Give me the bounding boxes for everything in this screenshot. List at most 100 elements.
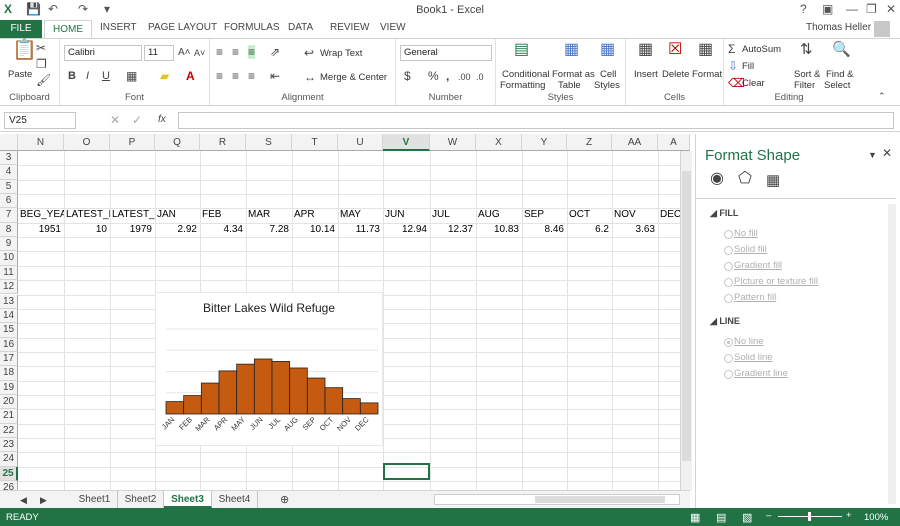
- pane-options-icon[interactable]: ▼: [868, 148, 877, 162]
- sort-filter-button[interactable]: Sort &: [794, 69, 820, 80]
- zoom-level[interactable]: 100%: [864, 512, 888, 523]
- cell-styles-button[interactable]: Cell: [600, 69, 616, 80]
- row-header-18[interactable]: 18: [0, 366, 18, 381]
- align-bottom-icon[interactable]: ≡: [248, 45, 256, 59]
- grow-font-icon[interactable]: A˄: [178, 46, 191, 60]
- cell-value[interactable]: 10.83: [476, 224, 519, 235]
- row-header-24[interactable]: 24: [0, 452, 18, 467]
- row-header-16[interactable]: 16: [0, 337, 18, 352]
- column-header-q[interactable]: Q: [155, 134, 200, 151]
- vertical-scroll-thumb[interactable]: [682, 171, 691, 461]
- font-color-icon[interactable]: A: [186, 69, 195, 83]
- fill-section-header[interactable]: ◢ FILL: [710, 208, 738, 219]
- row-header-6[interactable]: 6: [0, 194, 18, 209]
- cell-header-feb[interactable]: FEB: [202, 209, 246, 220]
- fill-option-radio[interactable]: [724, 262, 733, 271]
- fill-option-4[interactable]: Pattern fill: [734, 292, 776, 303]
- fill-option-radio[interactable]: [724, 246, 733, 255]
- underline-button[interactable]: U: [102, 69, 110, 83]
- row-header-23[interactable]: 23: [0, 438, 18, 453]
- autosum-icon[interactable]: Σ: [728, 42, 735, 56]
- format-as-table-button[interactable]: Format as: [552, 69, 595, 80]
- cell-value[interactable]: 12.37: [430, 224, 473, 235]
- column-header-t[interactable]: T: [292, 134, 338, 151]
- tab-insert[interactable]: INSERT: [100, 22, 137, 33]
- column-header-w[interactable]: W: [430, 134, 476, 151]
- prev-sheet-icon[interactable]: ◀: [20, 493, 27, 507]
- line-option-0[interactable]: No line: [734, 336, 764, 347]
- column-header-s[interactable]: S: [246, 134, 292, 151]
- delete-cells-button[interactable]: Delete: [662, 69, 689, 80]
- number-format-select[interactable]: General: [400, 45, 492, 61]
- wrap-text-icon[interactable]: ↩: [304, 46, 314, 60]
- format-cells-button[interactable]: Format: [692, 69, 722, 80]
- cell-header-apr[interactable]: APR: [294, 209, 338, 220]
- cell-value[interactable]: 12.94: [383, 224, 427, 235]
- cell-value[interactable]: 11.73: [338, 224, 380, 235]
- cell-value[interactable]: 7.28: [246, 224, 289, 235]
- cell-header-jan[interactable]: JAN: [157, 209, 200, 220]
- name-box[interactable]: V25: [4, 112, 76, 129]
- column-header-x[interactable]: X: [476, 134, 522, 151]
- horizontal-scrollbar[interactable]: [434, 494, 680, 505]
- avatar[interactable]: [874, 21, 890, 37]
- next-sheet-icon[interactable]: ▶: [40, 493, 47, 507]
- borders-icon[interactable]: ▦: [126, 69, 137, 83]
- decrease-decimal-icon[interactable]: .0: [476, 70, 484, 84]
- row-header-26[interactable]: 26: [0, 481, 18, 490]
- paste-icon[interactable]: 📋: [12, 40, 37, 60]
- column-header-v[interactable]: V: [383, 134, 430, 151]
- formula-input[interactable]: [178, 112, 894, 129]
- row-header-9[interactable]: 9: [0, 237, 18, 252]
- copy-icon[interactable]: ❐: [36, 57, 47, 71]
- tab-data[interactable]: DATA: [288, 22, 313, 33]
- row-header-21[interactable]: 21: [0, 409, 18, 424]
- sheet-tab-3[interactable]: Sheet3: [164, 491, 212, 508]
- row-header-15[interactable]: 15: [0, 323, 18, 338]
- tab-view[interactable]: VIEW: [380, 22, 406, 33]
- fill-option-2[interactable]: Gradient fill: [734, 260, 782, 271]
- align-middle-icon[interactable]: ≡: [232, 45, 239, 59]
- zoom-out-icon[interactable]: –: [766, 510, 771, 521]
- line-section-header[interactable]: ◢ LINE: [710, 316, 740, 327]
- row-header-19[interactable]: 19: [0, 380, 18, 395]
- increase-decimal-icon[interactable]: .00: [458, 70, 471, 84]
- currency-button[interactable]: $: [404, 69, 411, 83]
- normal-view-icon[interactable]: ▦: [690, 511, 700, 524]
- cell-header-latest_m[interactable]: LATEST_M: [66, 209, 110, 220]
- comma-button[interactable]: ,: [446, 69, 449, 83]
- zoom-in-icon[interactable]: +: [846, 510, 852, 521]
- row-header-22[interactable]: 22: [0, 423, 18, 438]
- cell-header-latest_ye[interactable]: LATEST_YE: [112, 209, 155, 220]
- percent-button[interactable]: %: [428, 69, 439, 83]
- conditional-formatting-icon[interactable]: ▤: [514, 42, 529, 58]
- align-center-icon[interactable]: ≡: [232, 69, 239, 83]
- insert-function-button[interactable]: fx: [158, 113, 166, 127]
- ribbon-display-icon[interactable]: ▣: [822, 2, 833, 16]
- fill-option-0[interactable]: No fill: [734, 228, 758, 239]
- font-name-select[interactable]: Calibri: [64, 45, 142, 61]
- cell-header-jul[interactable]: JUL: [432, 209, 476, 220]
- cell-value[interactable]: 10: [64, 224, 107, 235]
- row-header-8[interactable]: 8: [0, 222, 18, 238]
- row-header-5[interactable]: 5: [0, 179, 18, 195]
- cell-value[interactable]: 2.92: [155, 224, 197, 235]
- line-option-radio[interactable]: [724, 370, 733, 379]
- align-right-icon[interactable]: ≡: [248, 69, 255, 83]
- close-pane-icon[interactable]: ✕: [882, 146, 892, 160]
- fill-option-3[interactable]: Picture or texture fill: [734, 276, 818, 287]
- sheet-tab-4[interactable]: Sheet4: [212, 491, 258, 508]
- orientation-icon[interactable]: ⇗: [270, 45, 280, 59]
- indent-icon[interactable]: ⇤: [270, 69, 280, 83]
- cell-value[interactable]: 3.63: [612, 224, 655, 235]
- page-layout-view-icon[interactable]: ▤: [716, 511, 726, 524]
- cell-header-may[interactable]: MAY: [340, 209, 383, 220]
- cell-header-mar[interactable]: MAR: [248, 209, 292, 220]
- row-header-14[interactable]: 14: [0, 308, 18, 324]
- tab-page-layout[interactable]: PAGE LAYOUT: [148, 22, 217, 33]
- font-size-select[interactable]: 11: [144, 45, 174, 61]
- sort-filter-icon[interactable]: ⇅: [800, 42, 813, 57]
- clear-button[interactable]: Clear: [742, 78, 765, 89]
- tab-review[interactable]: REVIEW: [330, 22, 369, 33]
- fill-icon[interactable]: ⇩: [728, 59, 738, 73]
